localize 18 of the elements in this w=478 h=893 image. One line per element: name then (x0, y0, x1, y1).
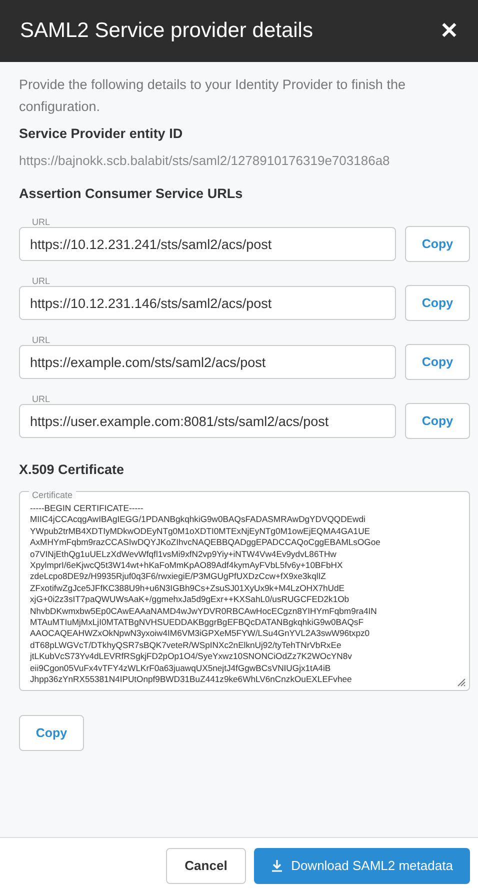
close-button[interactable]: ✕ (440, 18, 458, 44)
copy-button[interactable]: Copy (405, 403, 470, 439)
section-heading: X.509 Certificate (19, 462, 126, 477)
section-heading: Assertion Consumer Service URLs (19, 186, 244, 201)
certificate-field[interactable]: Certificate -----BEGIN CERTIFICATE----- MIIC4jCCAcqgAwIBAgIEGG/1PDANBgkqhkiG9w0BAQsFADASMRAwDgYDVQQDEwdi YWpub2trMB4XDTIyMDkwODEyNTg0M1oXDTI0MTExNjEyNTg0M1owEjEQMA4GA1UE AxMHYmFqbm9razCCASIwDQYJKoZIhvcNAQEBBQADggEPADCCAQoCggEBAMLsOGoe o7VINjEthQg1uUELzXdWevWfqfl1vsMi9xfN2vp9Yiy+iNTW4Vw4Ev9ydvL86THw XpylmprI/6eKjwcQ5t3W14wt+hKaFoMmKpAO89Adf4kymAyFVbL5fv6y+10BFbHX zdeLcpo8DE9z/H9935Rjuf0q3F6/rwxiegiE/P3MGUgPfUXDzCcw+fX9xe3kqlIZ ZFxotifwZgJce5JFfKC388U9h+u6N3IGBh9Cs+ZsuSJ01XyUx9k+M4LzOHX7hUdE xjG+0i2z3sIT7paQWUWsAaK+/ggmehxJa5d9gExr++KXSahL0/usRUGCFED2k1Ob NhvbDKwmxbw5Ep0CAwEAAaNAMD4wJwYDVR0RBCAwHocECgzn8YIHYmFqbm9ra4IN MTAuMTIuMjMxLjI0MTATBgNVHSUEDDAKBggrBgEFBQcDATANBgkqhkiG9w0BAQsF AAOCAQEAHWZxOkNpwN3yxoiw4IM6VM3iGPXeM5FYW/LSu4GnYVL2A3swW96txpz0 dT68pLWGVcT/DTkhyQSR7sBQK7veteR/WSpINXc2nElknUj92/tyTehTNrVbRxEe jtLKubVcS73Yv4dLEVRfRSgkjFD2pOp1O4/SyeYxwz10SNONCiOdZz7K2WOcYN8v eii9Cgon05VuFx4vTFY4zWLKrF0a63juawqUX5nejtJ4fGgwBCsVNIUGjx1tA4iB Jhpp36zYnRX55381N4IPUtOnpf9BWD31BuZ441z9ke6WhLV6nCnzkOuEXLEFvhee (19, 491, 470, 691)
section-heading: Service Provider entity ID (19, 126, 184, 141)
download-icon (271, 859, 284, 872)
copy-button[interactable]: Copy (19, 715, 84, 751)
copy-button[interactable]: Copy (405, 226, 470, 262)
entity-id-value: https://bajnokk.scb.balabit/sts/saml2/1278910176319e703186a8 (19, 153, 391, 168)
copy-button[interactable]: Copy (405, 285, 470, 321)
cancel-button[interactable]: Cancel (166, 848, 246, 884)
intro-text: Provide the following details to your Identity Provider to finish the configuration. (19, 76, 406, 116)
dialog-title: SAML2 Service provider details (20, 19, 313, 43)
resize-handle-icon[interactable] (457, 678, 466, 687)
copy-button[interactable]: Copy (405, 344, 470, 380)
download-button[interactable]: Download SAML2 metadata (254, 848, 470, 884)
field-label: Certificate (29, 491, 76, 499)
